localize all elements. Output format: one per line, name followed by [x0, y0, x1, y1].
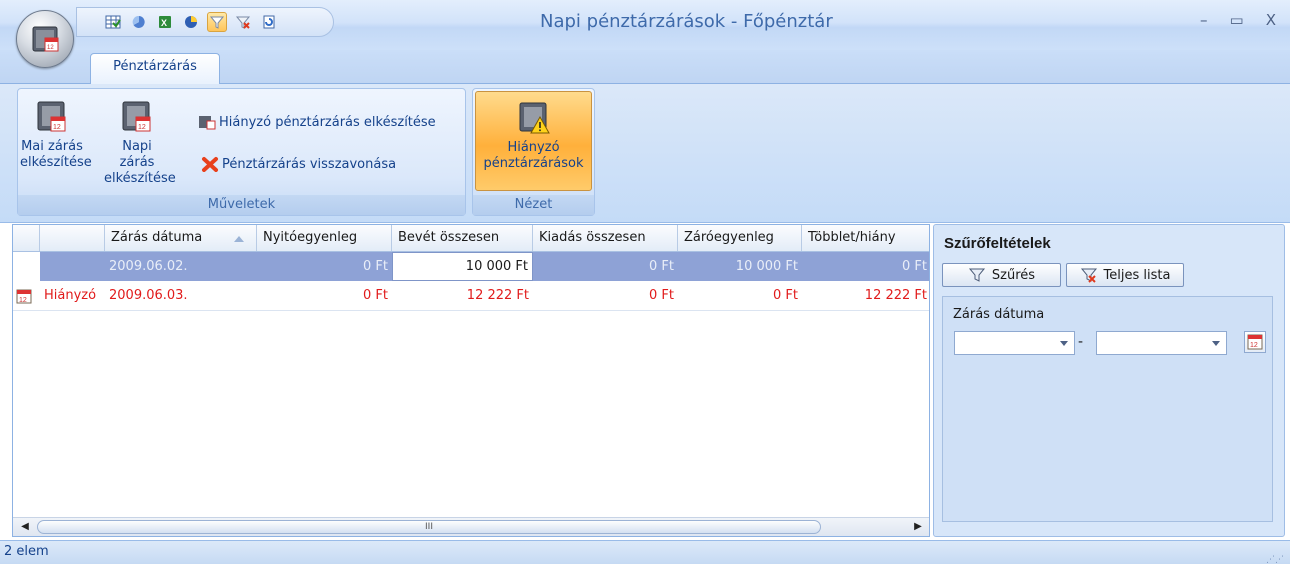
- header-status[interactable]: [40, 225, 105, 251]
- safe-small-icon: [199, 116, 216, 130]
- header-tobblet[interactable]: Többlet/hiány: [802, 225, 929, 251]
- closures-grid[interactable]: Zárás dátuma Nyitóegyenleg Bevét összese…: [12, 224, 930, 537]
- chevron-down-icon: [1060, 341, 1068, 346]
- mai-zaras-label: Mai zárás elkészítése: [20, 139, 92, 170]
- hianyzo-zaras-label: Hiányzó pénztárzárás elkészítése: [219, 114, 436, 130]
- table-row[interactable]: 12 Hiányzó 2009.06.03. 0 Ft 12 222 Ft 0 …: [13, 281, 929, 310]
- cell-date: 2009.06.02.: [109, 259, 188, 274]
- safe-day-icon: 12: [122, 101, 151, 132]
- status-bar: 2 elem ⋰⋰: [0, 540, 1290, 564]
- safe-icon: 12: [32, 26, 59, 52]
- ribbon: 12 Mai zárás elkészítése 12 Napi zárás e…: [0, 84, 1290, 223]
- scroll-left-icon[interactable]: ◀: [18, 521, 32, 533]
- date-to-combo[interactable]: [1096, 331, 1227, 355]
- date-from-combo[interactable]: [954, 331, 1075, 355]
- header-zaroegyenleg[interactable]: Záróegyenleg: [678, 225, 802, 251]
- resize-grip-icon[interactable]: ⋰⋰: [1266, 549, 1284, 564]
- cell-income: 12 222 Ft: [466, 288, 529, 303]
- safe-today-icon: 12: [37, 101, 66, 132]
- group-label-muveletek: Műveletek: [18, 195, 465, 215]
- filter-fields: Zárás dátuma - 12: [942, 296, 1273, 522]
- pie-icon[interactable]: [129, 12, 149, 32]
- missing-calendar-icon: 12: [13, 281, 40, 310]
- svg-text:12: 12: [53, 124, 61, 131]
- hianyzo-zarasok-label: Hiányzó pénztárzárások: [483, 140, 584, 171]
- refresh-icon[interactable]: [259, 12, 279, 32]
- cell-status: [40, 252, 105, 281]
- calendar-icon: 12: [1247, 334, 1263, 350]
- application-menu-button[interactable]: 12: [16, 10, 74, 68]
- ribbon-tab-row: Pénztárzárás: [0, 50, 1290, 85]
- item-count: 2 elem: [4, 544, 49, 559]
- filter-button-label: Szűrés: [991, 267, 1036, 283]
- horizontal-scrollbar[interactable]: ◀ III ▶: [13, 517, 929, 536]
- cell-income-focused[interactable]: 10 000 Ft: [392, 252, 533, 281]
- filter-panel: Szűrőfeltételek Szűrés Teljes lista Zárá…: [933, 224, 1285, 537]
- group-nezet: Hiányzó pénztárzárások Nézet: [472, 88, 595, 216]
- cell-close: 10 000 Ft: [735, 259, 798, 274]
- filter-button[interactable]: Szűrés: [942, 263, 1061, 287]
- table-row[interactable]: 2009.06.02. 0 Ft 10 000 Ft 0 Ft 10 000 F…: [13, 252, 929, 281]
- calendar-button[interactable]: 12: [1244, 331, 1266, 353]
- quick-access-toolbar: X: [76, 7, 334, 37]
- group-muveletek: 12 Mai zárás elkészítése 12 Napi zárás e…: [17, 88, 466, 216]
- filter-icon[interactable]: [207, 12, 227, 32]
- row-indicator: [13, 252, 40, 281]
- cell-status: Hiányzó: [44, 288, 97, 303]
- cell-diff: 12 222 Ft: [864, 288, 927, 303]
- delete-x-icon: [202, 157, 218, 172]
- cell-expense: 0 Ft: [649, 288, 674, 303]
- zaras-datuma-label: Zárás dátuma: [953, 307, 1045, 322]
- header-indicator: [13, 225, 40, 251]
- cell-open: 0 Ft: [363, 288, 388, 303]
- visszavonas-label: Pénztárzárás visszavonása: [222, 156, 397, 172]
- window-controls: – ▭ X: [1200, 11, 1276, 29]
- close-button[interactable]: X: [1266, 11, 1276, 29]
- title-bar: X Napi pénztárzárások - Főpénztár – ▭ X: [0, 0, 1290, 50]
- cell-close: 0 Ft: [773, 288, 798, 303]
- sort-ascending-icon: [234, 236, 244, 242]
- hianyzo-zarasok-button[interactable]: Hiányzó pénztárzárások: [475, 91, 592, 191]
- scroll-thumb[interactable]: III: [37, 520, 821, 534]
- svg-text:12: 12: [47, 45, 54, 51]
- header-kiadas[interactable]: Kiadás összesen: [533, 225, 678, 251]
- chevron-down-icon: [1212, 341, 1220, 346]
- header-bevet[interactable]: Bevét összesen: [392, 225, 533, 251]
- scroll-right-icon[interactable]: ▶: [911, 521, 925, 533]
- napi-zaras-label: Napi zárás elkészítése: [104, 139, 176, 186]
- header-zaras-datuma[interactable]: Zárás dátuma: [105, 225, 257, 251]
- visszavonas-button[interactable]: Pénztárzárás visszavonása: [201, 153, 396, 175]
- maximize-button[interactable]: ▭: [1230, 11, 1244, 29]
- full-list-button[interactable]: Teljes lista: [1066, 263, 1184, 287]
- svg-text:12: 12: [138, 124, 146, 131]
- funnel-icon: [968, 268, 985, 282]
- row-divider: [13, 310, 929, 311]
- tab-penztarzaras[interactable]: Pénztárzárás: [90, 53, 220, 85]
- header-zaras-datuma-label: Zárás dátuma: [111, 230, 203, 245]
- cell-date: 2009.06.03.: [109, 288, 188, 303]
- minimize-button[interactable]: –: [1200, 11, 1208, 29]
- grid-header: Zárás dátuma Nyitóegyenleg Bevét összese…: [13, 225, 929, 252]
- svg-text:12: 12: [1250, 342, 1258, 349]
- hianyzo-zaras-button[interactable]: Hiányzó pénztárzárás elkészítése: [198, 111, 436, 133]
- cell-expense: 0 Ft: [649, 259, 674, 274]
- window-title: Napi pénztárzárások - Főpénztár: [540, 11, 833, 32]
- mai-zaras-button[interactable]: 12 Mai zárás elkészítése: [20, 99, 92, 171]
- chart-icon[interactable]: [181, 12, 201, 32]
- cell-open: 0 Ft: [363, 259, 388, 274]
- clear-filter-icon[interactable]: [233, 12, 253, 32]
- header-nyitoegyenleg[interactable]: Nyitóegyenleg: [257, 225, 392, 251]
- excel-icon[interactable]: X: [155, 12, 175, 32]
- safe-warning-icon: [519, 102, 550, 134]
- filter-title: Szűrőfeltételek: [944, 235, 1051, 252]
- full-list-button-label: Teljes lista: [1103, 267, 1171, 283]
- svg-text:X: X: [161, 18, 167, 28]
- cell-diff: 0 Ft: [902, 259, 927, 274]
- svg-text:12: 12: [19, 297, 27, 304]
- clear-funnel-icon: [1080, 268, 1097, 283]
- napi-zaras-button[interactable]: 12 Napi zárás elkészítése: [104, 99, 176, 187]
- date-range-separator: -: [1078, 334, 1084, 350]
- group-label-nezet: Nézet: [473, 195, 594, 215]
- grid-icon[interactable]: [103, 12, 123, 32]
